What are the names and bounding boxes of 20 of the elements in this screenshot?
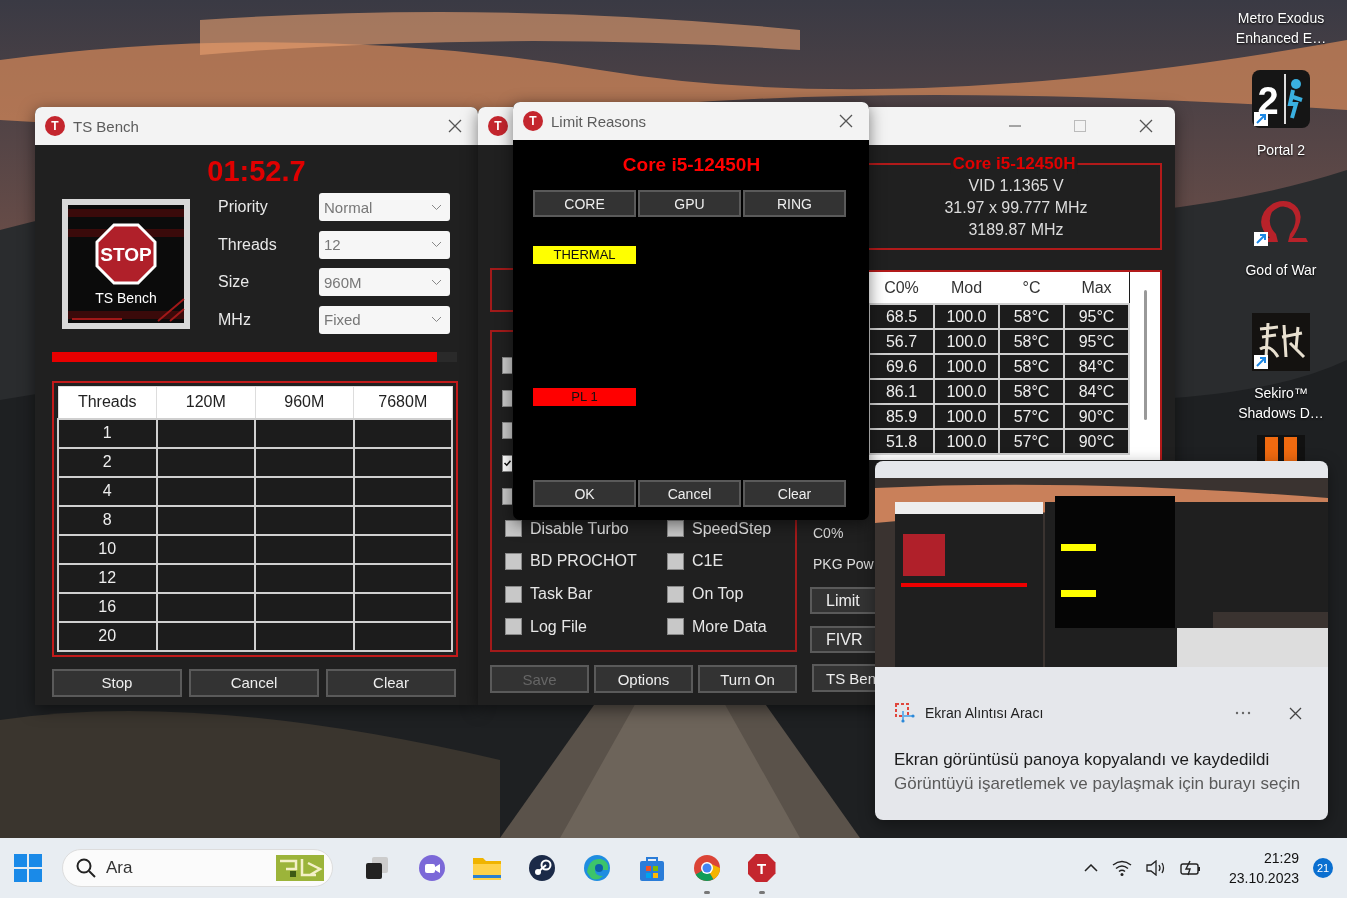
folder-icon[interactable] [471, 855, 502, 881]
battery-charging-icon[interactable] [1179, 860, 1202, 876]
clock-time[interactable]: 21:29 [1263, 848, 1299, 868]
windows-start-icon[interactable] [14, 854, 42, 882]
notification-badge[interactable]: 21 [1313, 858, 1333, 878]
search-input[interactable]: Ara [104, 857, 268, 879]
wifi-icon[interactable] [1111, 860, 1132, 876]
store-bag-icon[interactable] [637, 854, 666, 882]
steam-icon[interactable] [527, 854, 556, 882]
chrome-icon[interactable] [692, 854, 721, 882]
search-field[interactable]: Ara [62, 849, 333, 887]
clock-date[interactable]: 23.10.2023 [1228, 868, 1299, 888]
search-highlight-icon [276, 855, 324, 881]
browser-swirl-icon[interactable] [582, 854, 611, 882]
task-view-icon[interactable] [363, 855, 390, 881]
search-icon[interactable] [76, 858, 96, 878]
video-chat-icon[interactable] [417, 854, 446, 882]
chevron-up-icon[interactable] [1083, 864, 1098, 872]
app-icon[interactable]: T [747, 854, 776, 882]
volume-icon[interactable] [1145, 860, 1166, 876]
